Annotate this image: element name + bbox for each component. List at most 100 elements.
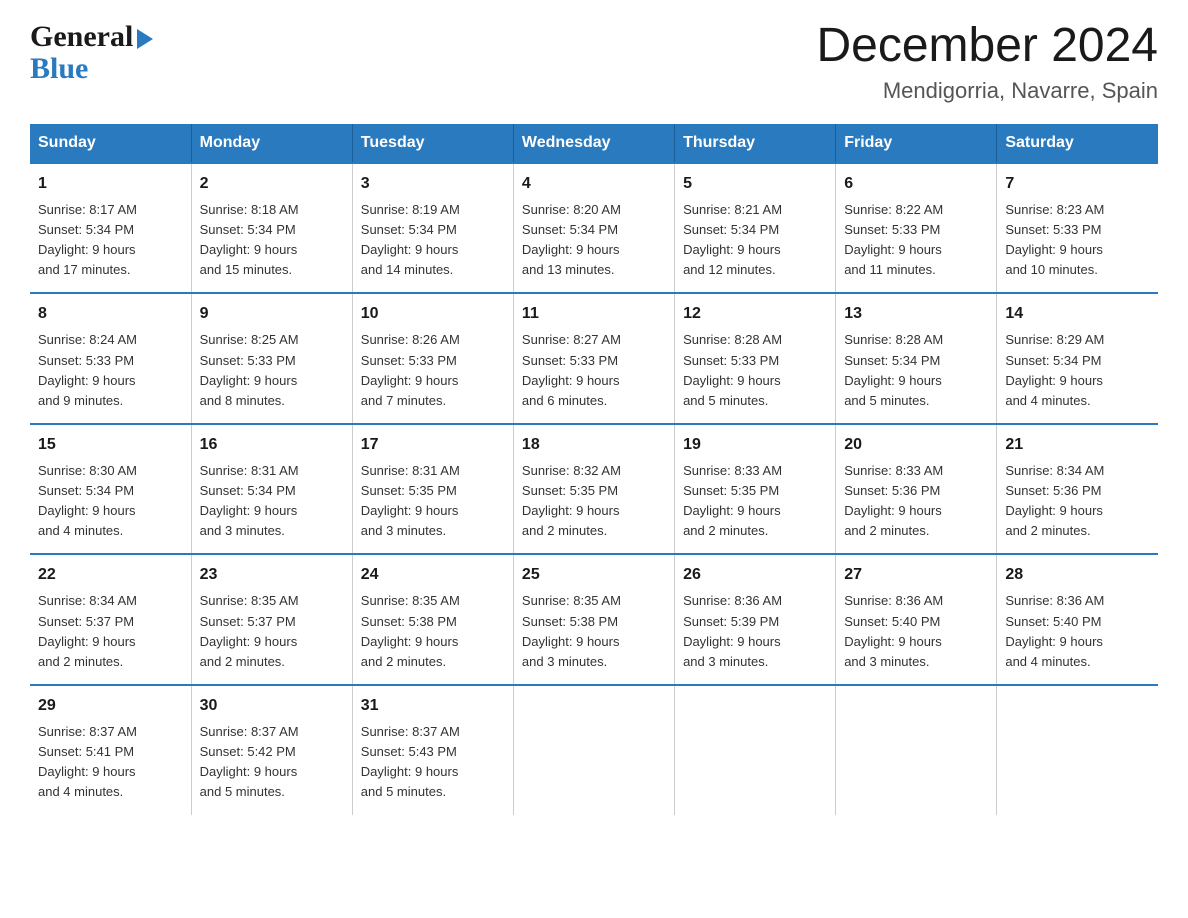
day-number: 8: [38, 302, 183, 326]
day-number: 26: [683, 563, 827, 587]
day-number: 10: [361, 302, 505, 326]
col-tuesday: Tuesday: [352, 124, 513, 163]
calendar-day-cell: 22 Sunrise: 8:34 AM Sunset: 5:37 PM Dayl…: [30, 554, 191, 685]
day-number: 18: [522, 433, 666, 457]
day-number: 14: [1005, 302, 1150, 326]
calendar-day-cell: 28 Sunrise: 8:36 AM Sunset: 5:40 PM Dayl…: [997, 554, 1158, 685]
day-info: Sunrise: 8:36 AM Sunset: 5:40 PM Dayligh…: [844, 591, 988, 672]
day-info: Sunrise: 8:18 AM Sunset: 5:34 PM Dayligh…: [200, 200, 344, 281]
day-info: Sunrise: 8:33 AM Sunset: 5:35 PM Dayligh…: [683, 461, 827, 542]
calendar-day-cell: 25 Sunrise: 8:35 AM Sunset: 5:38 PM Dayl…: [513, 554, 674, 685]
calendar-day-cell: [836, 685, 997, 815]
day-number: 12: [683, 302, 827, 326]
day-info: Sunrise: 8:34 AM Sunset: 5:36 PM Dayligh…: [1005, 461, 1150, 542]
day-number: 22: [38, 563, 183, 587]
col-monday: Monday: [191, 124, 352, 163]
col-wednesday: Wednesday: [513, 124, 674, 163]
day-info: Sunrise: 8:31 AM Sunset: 5:34 PM Dayligh…: [200, 461, 344, 542]
calendar-day-cell: [675, 685, 836, 815]
day-info: Sunrise: 8:19 AM Sunset: 5:34 PM Dayligh…: [361, 200, 505, 281]
day-number: 19: [683, 433, 827, 457]
main-title: December 2024: [816, 20, 1158, 73]
col-sunday: Sunday: [30, 124, 191, 163]
page-header: General Blue December 2024 Mendigorria, …: [30, 20, 1158, 104]
day-info: Sunrise: 8:34 AM Sunset: 5:37 PM Dayligh…: [38, 591, 183, 672]
calendar-table: Sunday Monday Tuesday Wednesday Thursday…: [30, 124, 1158, 815]
day-info: Sunrise: 8:37 AM Sunset: 5:43 PM Dayligh…: [361, 722, 505, 803]
day-info: Sunrise: 8:22 AM Sunset: 5:33 PM Dayligh…: [844, 200, 988, 281]
calendar-day-cell: 14 Sunrise: 8:29 AM Sunset: 5:34 PM Dayl…: [997, 293, 1158, 424]
subtitle: Mendigorria, Navarre, Spain: [816, 78, 1158, 104]
day-info: Sunrise: 8:17 AM Sunset: 5:34 PM Dayligh…: [38, 200, 183, 281]
day-number: 2: [200, 172, 344, 196]
day-number: 25: [522, 563, 666, 587]
day-number: 1: [38, 172, 183, 196]
day-number: 7: [1005, 172, 1150, 196]
calendar-day-cell: 11 Sunrise: 8:27 AM Sunset: 5:33 PM Dayl…: [513, 293, 674, 424]
day-number: 27: [844, 563, 988, 587]
day-info: Sunrise: 8:25 AM Sunset: 5:33 PM Dayligh…: [200, 330, 344, 411]
calendar-day-cell: 4 Sunrise: 8:20 AM Sunset: 5:34 PM Dayli…: [513, 163, 674, 294]
col-friday: Friday: [836, 124, 997, 163]
calendar-day-cell: 27 Sunrise: 8:36 AM Sunset: 5:40 PM Dayl…: [836, 554, 997, 685]
calendar-day-cell: 30 Sunrise: 8:37 AM Sunset: 5:42 PM Dayl…: [191, 685, 352, 815]
day-number: 15: [38, 433, 183, 457]
calendar-day-cell: 18 Sunrise: 8:32 AM Sunset: 5:35 PM Dayl…: [513, 424, 674, 555]
calendar-day-cell: 31 Sunrise: 8:37 AM Sunset: 5:43 PM Dayl…: [352, 685, 513, 815]
day-info: Sunrise: 8:36 AM Sunset: 5:40 PM Dayligh…: [1005, 591, 1150, 672]
calendar-day-cell: [997, 685, 1158, 815]
day-number: 5: [683, 172, 827, 196]
calendar-week-row: 8 Sunrise: 8:24 AM Sunset: 5:33 PM Dayli…: [30, 293, 1158, 424]
day-info: Sunrise: 8:37 AM Sunset: 5:41 PM Dayligh…: [38, 722, 183, 803]
calendar-day-cell: 26 Sunrise: 8:36 AM Sunset: 5:39 PM Dayl…: [675, 554, 836, 685]
day-number: 9: [200, 302, 344, 326]
day-info: Sunrise: 8:31 AM Sunset: 5:35 PM Dayligh…: [361, 461, 505, 542]
day-number: 31: [361, 694, 505, 718]
day-number: 29: [38, 694, 183, 718]
day-number: 6: [844, 172, 988, 196]
calendar-week-row: 22 Sunrise: 8:34 AM Sunset: 5:37 PM Dayl…: [30, 554, 1158, 685]
day-info: Sunrise: 8:23 AM Sunset: 5:33 PM Dayligh…: [1005, 200, 1150, 281]
calendar-header-row: Sunday Monday Tuesday Wednesday Thursday…: [30, 124, 1158, 163]
col-saturday: Saturday: [997, 124, 1158, 163]
day-number: 16: [200, 433, 344, 457]
logo-blue-text: Blue: [30, 52, 153, 86]
calendar-week-row: 15 Sunrise: 8:30 AM Sunset: 5:34 PM Dayl…: [30, 424, 1158, 555]
day-number: 28: [1005, 563, 1150, 587]
calendar-day-cell: 21 Sunrise: 8:34 AM Sunset: 5:36 PM Dayl…: [997, 424, 1158, 555]
calendar-day-cell: 19 Sunrise: 8:33 AM Sunset: 5:35 PM Dayl…: [675, 424, 836, 555]
calendar-day-cell: 8 Sunrise: 8:24 AM Sunset: 5:33 PM Dayli…: [30, 293, 191, 424]
logo: General Blue: [30, 20, 153, 86]
day-info: Sunrise: 8:32 AM Sunset: 5:35 PM Dayligh…: [522, 461, 666, 542]
calendar-day-cell: 7 Sunrise: 8:23 AM Sunset: 5:33 PM Dayli…: [997, 163, 1158, 294]
calendar-week-row: 29 Sunrise: 8:37 AM Sunset: 5:41 PM Dayl…: [30, 685, 1158, 815]
col-thursday: Thursday: [675, 124, 836, 163]
calendar-day-cell: 1 Sunrise: 8:17 AM Sunset: 5:34 PM Dayli…: [30, 163, 191, 294]
day-info: Sunrise: 8:33 AM Sunset: 5:36 PM Dayligh…: [844, 461, 988, 542]
day-info: Sunrise: 8:29 AM Sunset: 5:34 PM Dayligh…: [1005, 330, 1150, 411]
calendar-day-cell: 3 Sunrise: 8:19 AM Sunset: 5:34 PM Dayli…: [352, 163, 513, 294]
day-info: Sunrise: 8:20 AM Sunset: 5:34 PM Dayligh…: [522, 200, 666, 281]
day-info: Sunrise: 8:37 AM Sunset: 5:42 PM Dayligh…: [200, 722, 344, 803]
day-number: 11: [522, 302, 666, 326]
calendar-week-row: 1 Sunrise: 8:17 AM Sunset: 5:34 PM Dayli…: [30, 163, 1158, 294]
logo-arrow-icon: [137, 29, 153, 49]
calendar-day-cell: 17 Sunrise: 8:31 AM Sunset: 5:35 PM Dayl…: [352, 424, 513, 555]
calendar-day-cell: 24 Sunrise: 8:35 AM Sunset: 5:38 PM Dayl…: [352, 554, 513, 685]
day-info: Sunrise: 8:35 AM Sunset: 5:38 PM Dayligh…: [361, 591, 505, 672]
day-info: Sunrise: 8:27 AM Sunset: 5:33 PM Dayligh…: [522, 330, 666, 411]
title-section: December 2024 Mendigorria, Navarre, Spai…: [816, 20, 1158, 104]
calendar-day-cell: 9 Sunrise: 8:25 AM Sunset: 5:33 PM Dayli…: [191, 293, 352, 424]
calendar-day-cell: 29 Sunrise: 8:37 AM Sunset: 5:41 PM Dayl…: [30, 685, 191, 815]
calendar-day-cell: [513, 685, 674, 815]
calendar-day-cell: 12 Sunrise: 8:28 AM Sunset: 5:33 PM Dayl…: [675, 293, 836, 424]
day-info: Sunrise: 8:35 AM Sunset: 5:37 PM Dayligh…: [200, 591, 344, 672]
day-number: 24: [361, 563, 505, 587]
calendar-day-cell: 10 Sunrise: 8:26 AM Sunset: 5:33 PM Dayl…: [352, 293, 513, 424]
day-info: Sunrise: 8:35 AM Sunset: 5:38 PM Dayligh…: [522, 591, 666, 672]
calendar-day-cell: 23 Sunrise: 8:35 AM Sunset: 5:37 PM Dayl…: [191, 554, 352, 685]
calendar-day-cell: 16 Sunrise: 8:31 AM Sunset: 5:34 PM Dayl…: [191, 424, 352, 555]
calendar-day-cell: 6 Sunrise: 8:22 AM Sunset: 5:33 PM Dayli…: [836, 163, 997, 294]
day-number: 4: [522, 172, 666, 196]
day-number: 3: [361, 172, 505, 196]
